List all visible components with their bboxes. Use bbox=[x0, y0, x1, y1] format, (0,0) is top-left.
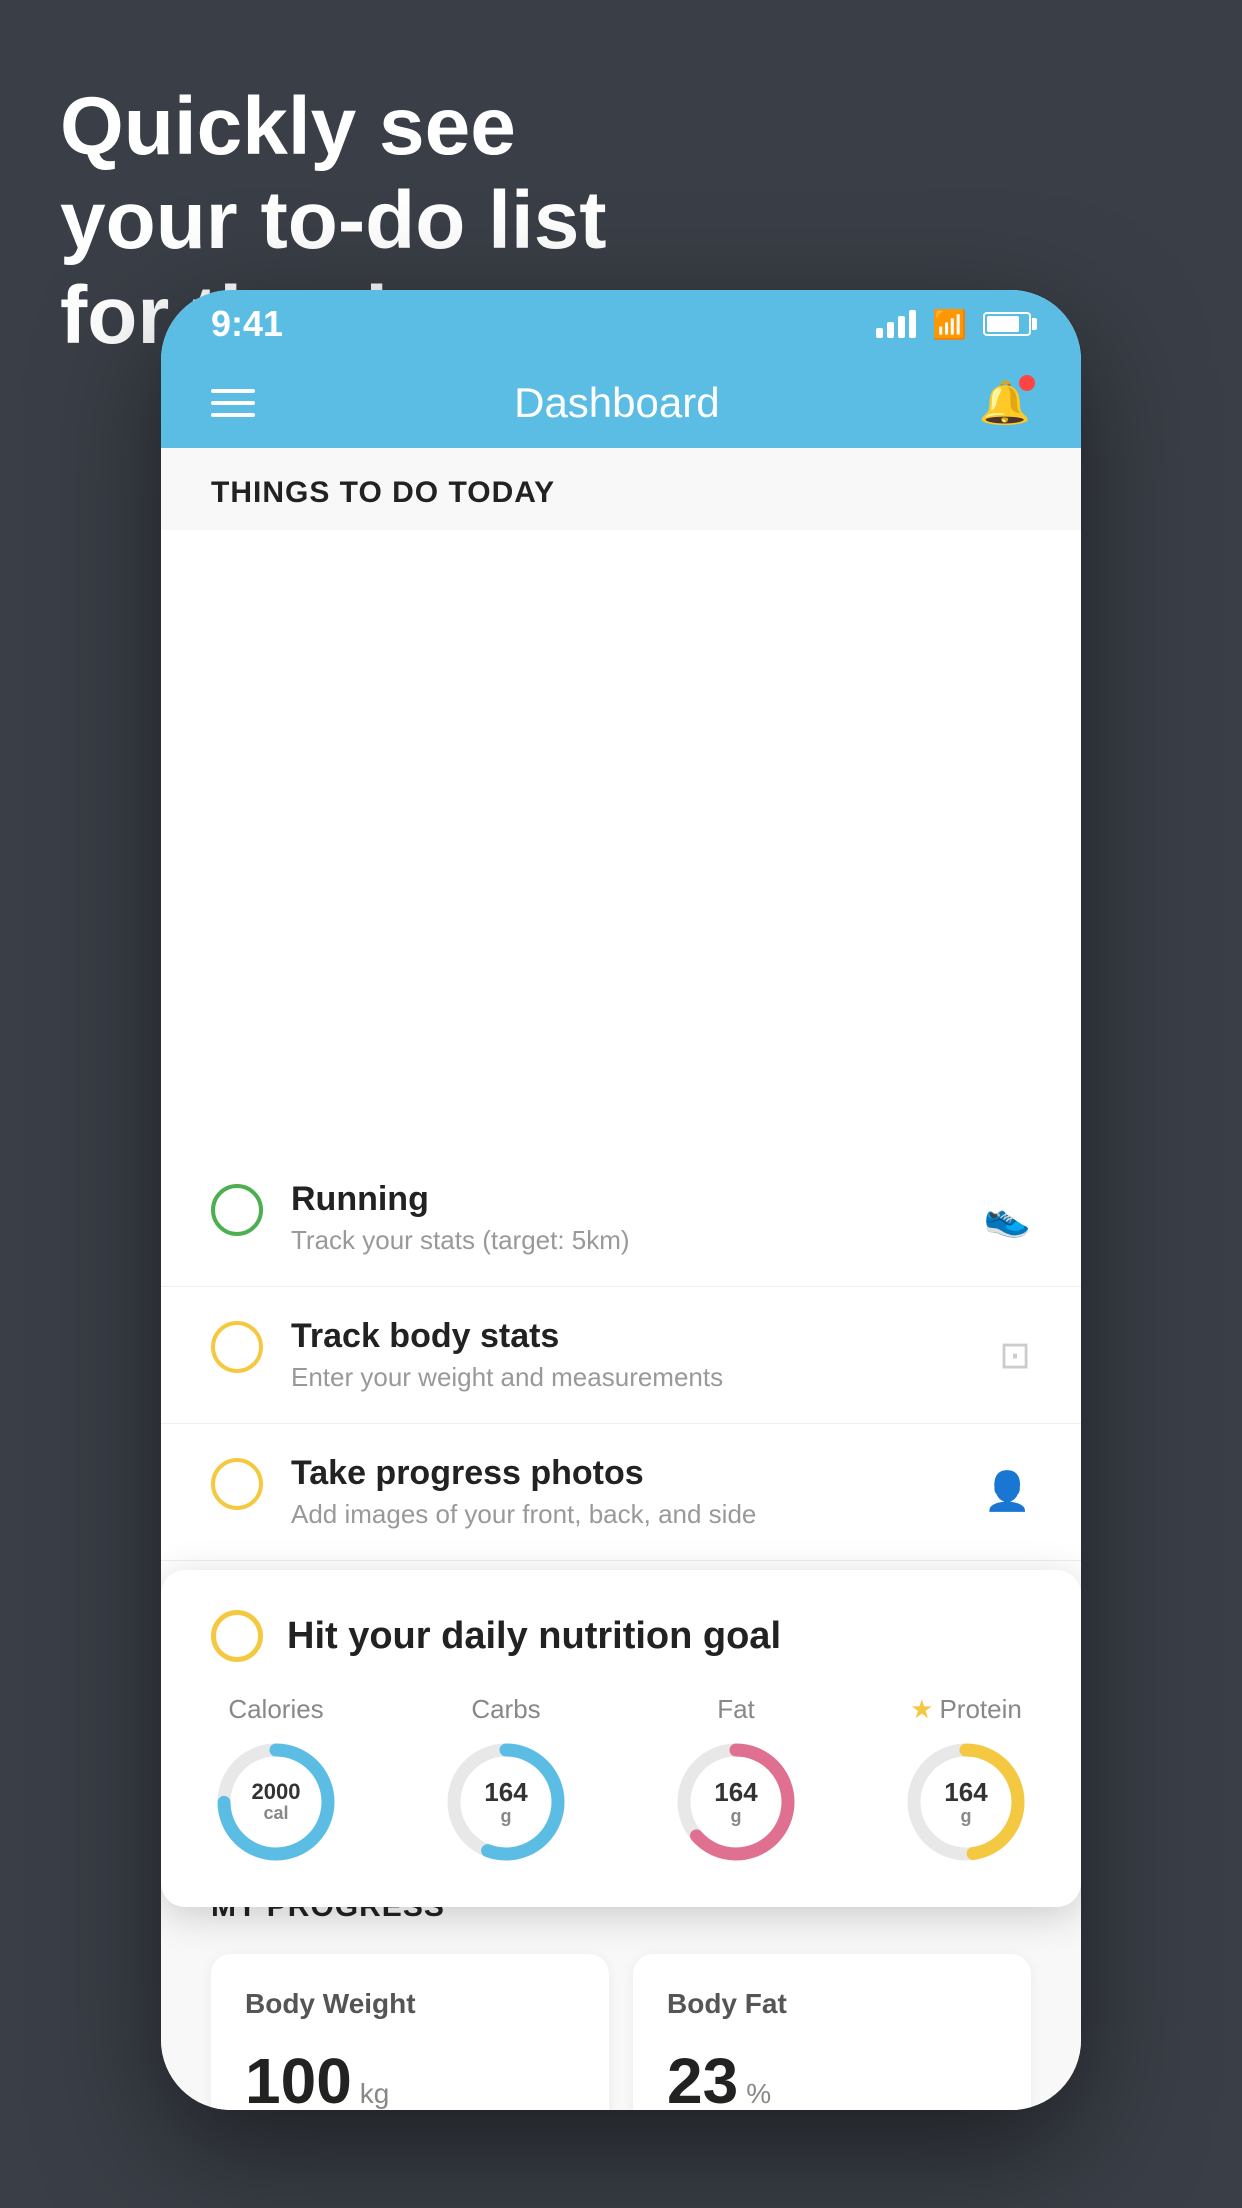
fat-donut: 164 g bbox=[671, 1737, 801, 1867]
body-fat-num: 23 bbox=[667, 2044, 738, 2110]
nav-title: Dashboard bbox=[514, 379, 719, 427]
nutrition-grid: Calories 2000 cal bbox=[211, 1694, 1031, 1867]
todo-list: Running Track your stats (target: 5km) 👟… bbox=[161, 1150, 1081, 1561]
signal-icon bbox=[876, 310, 916, 338]
nutrition-card-title: Hit your daily nutrition goal bbox=[287, 1615, 781, 1658]
carbs-value: 164 g bbox=[484, 1778, 527, 1826]
running-icon: 👟 bbox=[984, 1196, 1031, 1240]
todo-title-body-stats: Track body stats bbox=[291, 1317, 971, 1356]
status-icons: 📶 bbox=[876, 308, 1031, 341]
battery-icon bbox=[983, 312, 1031, 336]
status-time: 9:41 bbox=[211, 303, 283, 345]
card-title-row: Hit your daily nutrition goal bbox=[211, 1610, 1031, 1662]
todo-sub-running: Track your stats (target: 5km) bbox=[291, 1225, 956, 1256]
body-weight-value-row: 100 kg bbox=[245, 2044, 575, 2110]
body-weight-num: 100 bbox=[245, 2044, 352, 2110]
hero-line1: Quickly see bbox=[60, 80, 607, 174]
things-todo-header: THINGS TO DO TODAY bbox=[161, 448, 1081, 530]
todo-item-body-stats[interactable]: Track body stats Enter your weight and m… bbox=[161, 1287, 1081, 1424]
fat-label: Fat bbox=[717, 1694, 755, 1725]
todo-content-photos: Take progress photos Add images of your … bbox=[291, 1454, 956, 1530]
hero-line2: your to-do list bbox=[60, 174, 607, 268]
body-weight-unit: kg bbox=[360, 2078, 390, 2110]
body-weight-label: Body Weight bbox=[245, 1988, 575, 2020]
status-bar: 9:41 📶 bbox=[161, 290, 1081, 358]
todo-title-running: Running bbox=[291, 1180, 956, 1219]
todo-item-running[interactable]: Running Track your stats (target: 5km) 👟 bbox=[161, 1150, 1081, 1287]
carbs-donut: 164 g bbox=[441, 1737, 571, 1867]
notification-dot bbox=[1019, 375, 1035, 391]
carbs-label: Carbs bbox=[471, 1694, 540, 1725]
body-fat-unit: % bbox=[746, 2078, 771, 2110]
body-fat-label: Body Fat bbox=[667, 1988, 997, 2020]
calories-donut: 2000 cal bbox=[211, 1737, 341, 1867]
progress-cards: Body Weight 100 kg bbox=[211, 1954, 1031, 2110]
protein-donut: 164 g bbox=[901, 1737, 1031, 1867]
body-fat-value-row: 23 % bbox=[667, 2044, 997, 2110]
protein-label: ★ Protein bbox=[910, 1694, 1022, 1725]
protein-item: ★ Protein 164 g bbox=[901, 1694, 1031, 1867]
fat-value: 164 g bbox=[714, 1778, 757, 1826]
todo-circle-body-stats bbox=[211, 1321, 263, 1373]
todo-title-photos: Take progress photos bbox=[291, 1454, 956, 1493]
calories-label: Calories bbox=[228, 1694, 323, 1725]
scale-icon: ⊡ bbox=[999, 1333, 1031, 1378]
todo-sub-body-stats: Enter your weight and measurements bbox=[291, 1362, 971, 1393]
todo-content-body-stats: Track body stats Enter your weight and m… bbox=[291, 1317, 971, 1393]
fat-item: Fat 164 g bbox=[671, 1694, 801, 1867]
notification-bell[interactable]: 🔔 bbox=[979, 379, 1031, 428]
todo-circle-photos bbox=[211, 1458, 263, 1510]
calories-item: Calories 2000 cal bbox=[211, 1694, 341, 1867]
protein-value: 164 g bbox=[944, 1778, 987, 1826]
wifi-icon: 📶 bbox=[932, 308, 967, 341]
todo-content-running: Running Track your stats (target: 5km) bbox=[291, 1180, 956, 1256]
phone-mockup: 9:41 📶 Dashboard bbox=[161, 290, 1081, 2110]
nutrition-card: Hit your daily nutrition goal Calories 2 bbox=[161, 1570, 1081, 1907]
body-weight-card: Body Weight 100 kg bbox=[211, 1954, 609, 2110]
hamburger-menu[interactable] bbox=[211, 389, 255, 417]
body-fat-card: Body Fat 23 % bbox=[633, 1954, 1031, 2110]
nav-bar: Dashboard 🔔 bbox=[161, 358, 1081, 448]
nutrition-circle-check bbox=[211, 1610, 263, 1662]
todo-sub-photos: Add images of your front, back, and side bbox=[291, 1499, 956, 1530]
carbs-item: Carbs 164 g bbox=[441, 1694, 571, 1867]
todo-item-photos[interactable]: Take progress photos Add images of your … bbox=[161, 1424, 1081, 1561]
photo-icon: 👤 bbox=[984, 1470, 1031, 1514]
star-icon: ★ bbox=[910, 1694, 933, 1725]
todo-circle-running bbox=[211, 1184, 263, 1236]
calories-value: 2000 cal bbox=[252, 1780, 301, 1824]
